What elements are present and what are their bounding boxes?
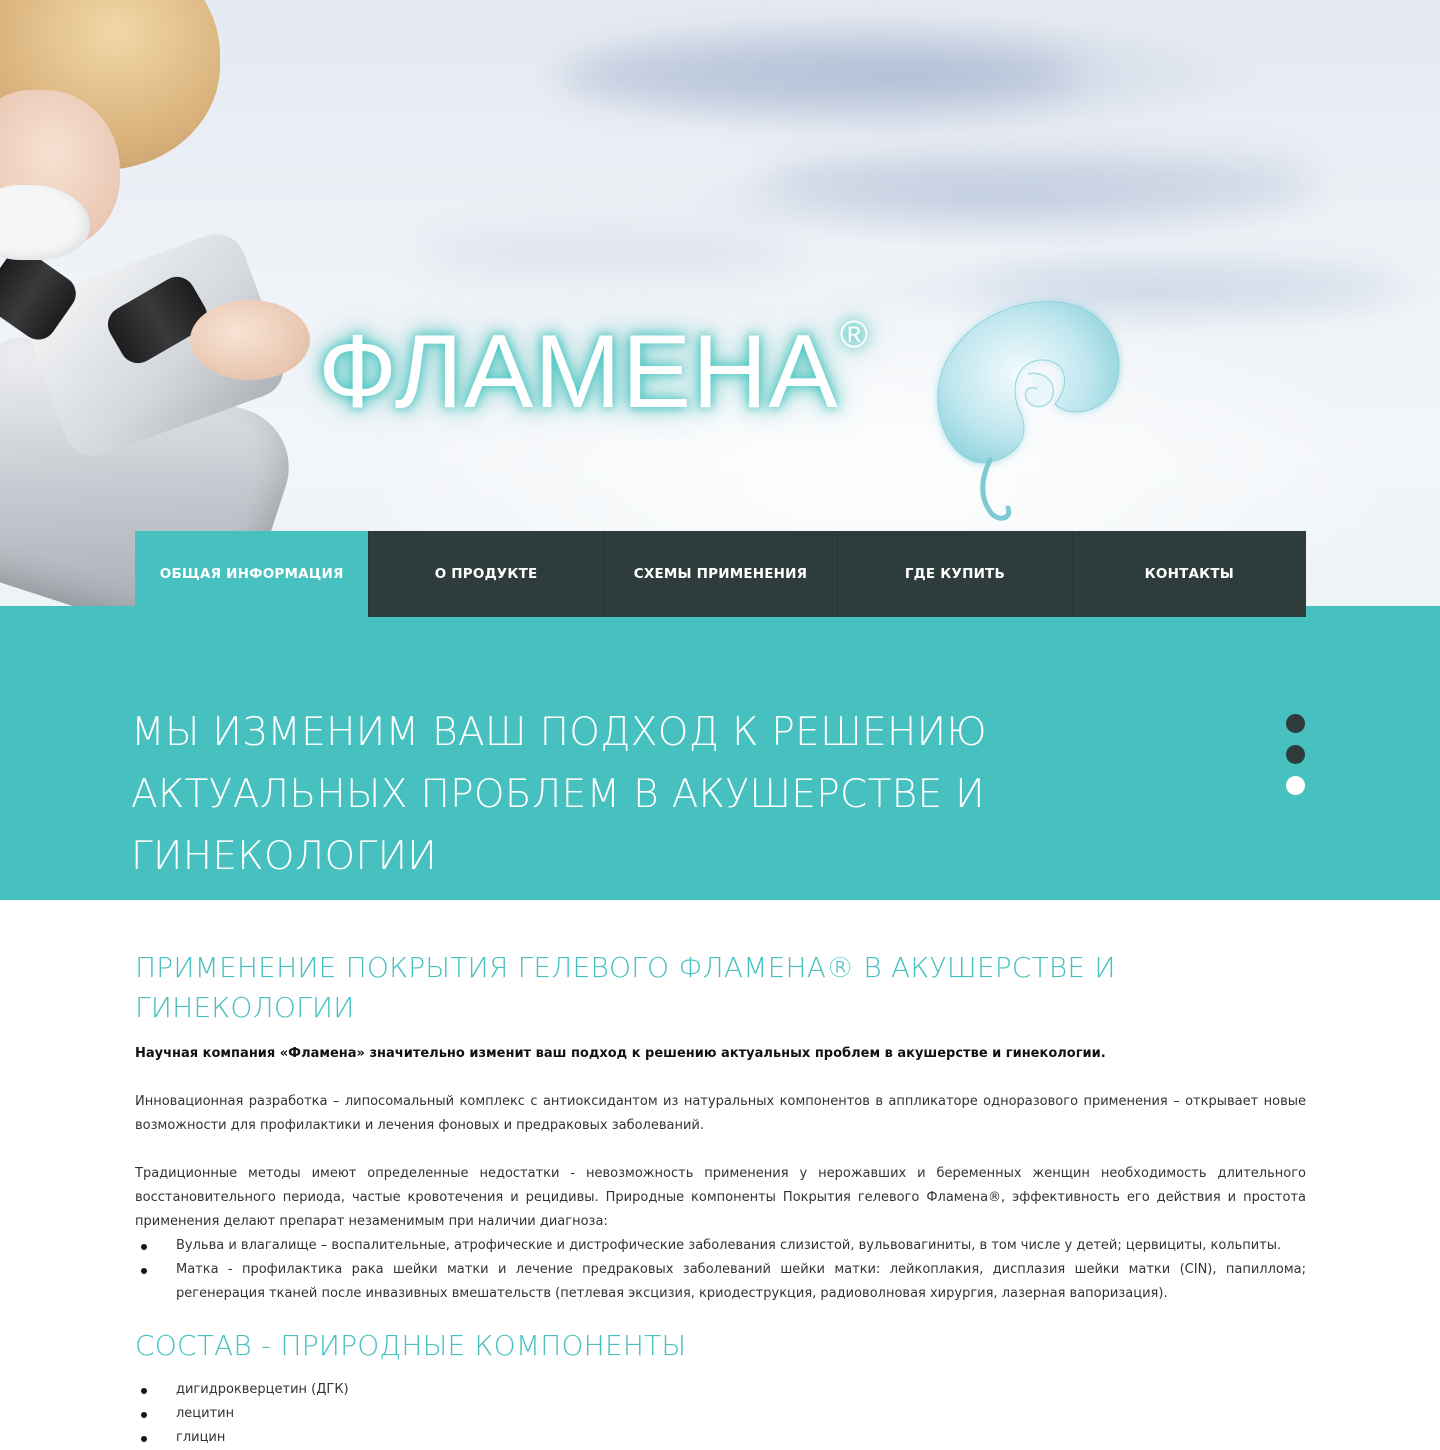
paragraph-innovation: Инновационная разработка – липосомальный… <box>135 1094 1306 1133</box>
slider-dot-3[interactable] <box>1286 776 1305 795</box>
lead-text: Научная компания «Фламена» значительно и… <box>135 1046 1106 1061</box>
page-title: ПРИМЕНЕНИЕ ПОКРЫТИЯ ГЕЛЕВОГО ФЛАМЕНА® В … <box>135 951 1116 1024</box>
nav-item-contacts[interactable]: КОНТАКТЫ <box>1073 531 1306 617</box>
composition-list: дигидрокверцетин (ДГК) лецитин глицин <box>135 1378 1306 1450</box>
nav-item-label: ОБЩАЯ ИНФОРМАЦИЯ <box>159 566 344 582</box>
hero-banner: ФЛАМЕНА ® <box>0 0 1440 606</box>
registered-mark: ® <box>840 314 869 356</box>
paragraph-traditional-methods: Традиционные методы имеют определенные н… <box>135 1166 1306 1229</box>
nav-item-label: КОНТАКТЫ <box>1144 566 1234 582</box>
list-item: лецитин <box>135 1402 1306 1426</box>
nav-item-usage-schemes[interactable]: СХЕМЫ ПРИМЕНЕНИЯ <box>604 531 839 617</box>
brand-name: ФЛАМЕНА ® <box>318 316 868 424</box>
main-content: ПРИМЕНЕНИЕ ПОКРЫТИЯ ГЕЛЕВОГО ФЛАМЕНА® В … <box>135 948 1306 1450</box>
list-item: Вульва и влагалище – воспалительные, атр… <box>135 1234 1306 1258</box>
slider-dot-2[interactable] <box>1286 745 1305 764</box>
nav-item-general-info[interactable]: ОБЩАЯ ИНФОРМАЦИЯ <box>135 531 370 617</box>
nav-item-where-to-buy[interactable]: ГДЕ КУПИТЬ <box>838 531 1073 617</box>
nav-item-label: ГДЕ КУПИТЬ <box>904 566 1005 582</box>
list-item: Матка - профилактика рака шейки матки и … <box>135 1258 1306 1306</box>
nav-item-about-product[interactable]: О ПРОДУКТЕ <box>369 531 604 617</box>
brand-wordmark: ФЛАМЕНА <box>318 314 839 430</box>
hand <box>190 300 310 380</box>
slider-dot-1[interactable] <box>1286 714 1305 733</box>
nav-item-label: О ПРОДУКТЕ <box>434 566 538 582</box>
slider-banner: МЫ ИЗМЕНИМ ВАШ ПОДХОД К РЕШЕНИЮ АКТУАЛЬН… <box>0 606 1440 900</box>
nav-item-label: СХЕМЫ ПРИМЕНЕНИЯ <box>633 566 808 582</box>
slider-pagination <box>1286 714 1306 807</box>
indications-list: Вульва и влагалище – воспалительные, атр… <box>135 1234 1306 1306</box>
calla-lily-flower-icon <box>937 301 1120 521</box>
main-nav: ОБЩАЯ ИНФОРМАЦИЯ О ПРОДУКТЕ СХЕМЫ ПРИМЕН… <box>135 531 1306 617</box>
list-item: глицин <box>135 1426 1306 1450</box>
list-item: дигидрокверцетин (ДГК) <box>135 1378 1306 1402</box>
composition-title: СОСТАВ - ПРИРОДНЫЕ КОМПОНЕНТЫ <box>135 1329 687 1362</box>
slider-text: МЫ ИЗМЕНИМ ВАШ ПОДХОД К РЕШЕНИЮ АКТУАЛЬН… <box>131 710 987 879</box>
